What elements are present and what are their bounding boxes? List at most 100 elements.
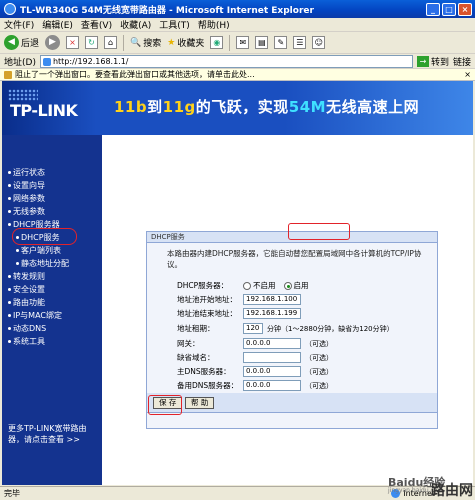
nav-item[interactable]: 系统工具 bbox=[8, 336, 45, 347]
edit-icon[interactable]: ✎ bbox=[274, 36, 288, 49]
nav-item-label: 路由功能 bbox=[13, 298, 45, 307]
nav-item-label: 无线参数 bbox=[13, 207, 45, 216]
maximize-button[interactable]: □ bbox=[442, 2, 456, 16]
gateway-row: 网关： 0.0.0.0 （可选） bbox=[177, 338, 333, 349]
lease-row: 地址租期： 120 分钟（1～2880分钟，缺省为120分钟） bbox=[177, 323, 394, 334]
end-address-input[interactable]: 192.168.1.199 bbox=[243, 308, 301, 319]
banner-slogan: 11b到11g的飞跃，实现54M无线高速上网 bbox=[114, 98, 420, 116]
site-logo: 路由网 bbox=[431, 483, 473, 499]
back-arrow-icon: ◀ bbox=[4, 35, 19, 50]
primary-dns-row: 主DNS服务器： 0.0.0.0 （可选） bbox=[177, 366, 333, 377]
bullet-icon bbox=[8, 314, 11, 317]
nav-item-label: 安全设置 bbox=[13, 285, 45, 294]
tplink-logo: TP-LINK bbox=[10, 101, 78, 120]
bullet-icon bbox=[8, 223, 11, 226]
address-label: 地址(D) bbox=[4, 57, 36, 68]
bullet-icon bbox=[8, 275, 11, 278]
domain-row: 缺省域名： （可选） bbox=[177, 352, 333, 363]
button-bar: 保 存 帮 助 bbox=[146, 393, 438, 413]
links-label[interactable]: 链接 bbox=[453, 55, 471, 68]
nav-item[interactable]: 转发规则 bbox=[8, 271, 45, 282]
content-area: Gbit Networking Techs DHCP服务 本路由器内建DHCP服… bbox=[102, 135, 473, 485]
nav-item-label: 运行状态 bbox=[13, 168, 45, 177]
enable-radio[interactable]: 启用 bbox=[283, 280, 309, 291]
discuss-icon[interactable]: ☰ bbox=[293, 36, 307, 49]
menu-file[interactable]: 文件(F) bbox=[4, 18, 34, 31]
nav-item-label: IP与MAC绑定 bbox=[13, 311, 63, 320]
search-button[interactable]: 🔍 搜索 bbox=[130, 36, 161, 50]
left-navigation: 运行状态 设置向导 网络参数 无线参数 DHCP服务器 DHCP服务 客户端列表 静态地址分配… bbox=[2, 135, 102, 485]
nav-item[interactable]: IP与MAC绑定 bbox=[8, 310, 62, 321]
bullet-icon bbox=[16, 262, 19, 265]
stop-icon[interactable]: × bbox=[66, 36, 80, 49]
close-infobar-icon[interactable]: × bbox=[464, 70, 471, 79]
bullet-icon bbox=[8, 288, 11, 291]
lease-input[interactable]: 120 bbox=[243, 323, 263, 334]
bullet-icon bbox=[8, 327, 11, 330]
popup-blocked-bar[interactable]: 阻止了一个弹出窗口。要查看此弹出窗口或其他选项，请单击此处... × bbox=[0, 69, 475, 81]
enable-highlight bbox=[288, 223, 350, 240]
nav-item[interactable]: 网络参数 bbox=[8, 193, 45, 204]
home-icon[interactable]: ⌂ bbox=[104, 36, 118, 49]
nav-item[interactable]: 运行状态 bbox=[8, 167, 45, 178]
menu-view[interactable]: 查看(V) bbox=[81, 18, 112, 31]
nav-item[interactable]: 动态DNS bbox=[8, 323, 46, 334]
dhcp-server-row: DHCP服务器： 不启用 启用 bbox=[177, 280, 309, 291]
toolbar: ◀ 后退 ▶ × ↻ ⌂ 🔍 搜索 ★ 收藏夹 ◉ ✉ ▤ ✎ ☰ ☺ bbox=[0, 32, 475, 54]
nav-item[interactable]: 路由功能 bbox=[8, 297, 45, 308]
secondary-dns-input[interactable]: 0.0.0.0 bbox=[243, 380, 301, 391]
media-icon[interactable]: ◉ bbox=[210, 36, 224, 49]
nav-item-label: 系统工具 bbox=[13, 337, 45, 346]
menu-tools[interactable]: 工具(T) bbox=[159, 18, 190, 31]
nav-item-label: 网络参数 bbox=[13, 194, 45, 203]
start-address-row: 地址池开始地址： 192.168.1.100 bbox=[177, 294, 301, 305]
web-page: TP-LINK 11b到11g的飞跃，实现54M无线高速上网 运行状态设置向导网… bbox=[2, 81, 473, 485]
dhcp-service-highlight bbox=[12, 228, 77, 245]
forward-button[interactable]: ▶ bbox=[45, 35, 61, 50]
popup-blocked-text: 阻止了一个弹出窗口。要查看此弹出窗口或其他选项，请单击此处... bbox=[15, 70, 255, 79]
menu-help[interactable]: 帮助(H) bbox=[198, 18, 230, 31]
menu-favorites[interactable]: 收藏(A) bbox=[120, 18, 151, 31]
logo-dots-icon bbox=[8, 89, 38, 101]
close-button[interactable]: × bbox=[458, 2, 472, 16]
nav-item[interactable]: 无线参数 bbox=[8, 206, 45, 217]
menu-edit[interactable]: 编辑(E) bbox=[42, 18, 73, 31]
bullet-icon bbox=[8, 340, 11, 343]
panel-description: 本路由器内建DHCP服务器，它能自动替您配置局域网中各计算机的TCP/IP协议。 bbox=[167, 249, 422, 269]
go-button[interactable]: → 转到 bbox=[416, 55, 449, 68]
refresh-icon[interactable]: ↻ bbox=[85, 36, 99, 49]
save-highlight bbox=[148, 395, 182, 415]
radio-on-icon bbox=[283, 281, 292, 290]
messenger-icon[interactable]: ☺ bbox=[312, 36, 326, 49]
nav-item[interactable]: 静态地址分配 bbox=[16, 258, 69, 269]
nav-item[interactable]: 安全设置 bbox=[8, 284, 45, 295]
router-banner: TP-LINK 11b到11g的飞跃，实现54M无线高速上网 bbox=[2, 81, 473, 135]
address-bar: 地址(D) http://192.168.1.1/ → 转到 链接 bbox=[0, 54, 475, 69]
disable-radio[interactable]: 不启用 bbox=[243, 280, 276, 291]
start-address-input[interactable]: 192.168.1.100 bbox=[243, 294, 301, 305]
forward-arrow-icon: ▶ bbox=[45, 35, 61, 50]
title-bar: TL-WR340G 54M无线宽带路由器 - Microsoft Interne… bbox=[0, 0, 475, 18]
nav-item[interactable]: 客户端列表 bbox=[16, 245, 61, 256]
more-products-link[interactable]: 更多TP-LINK宽带路由器，请点击查看 >> bbox=[8, 423, 98, 445]
mail-icon[interactable]: ✉ bbox=[236, 36, 250, 49]
gateway-input[interactable]: 0.0.0.0 bbox=[243, 338, 301, 349]
print-icon[interactable]: ▤ bbox=[255, 36, 269, 49]
secondary-dns-row: 备用DNS服务器： 0.0.0.0 （可选） bbox=[177, 380, 333, 391]
primary-dns-input[interactable]: 0.0.0.0 bbox=[243, 366, 301, 377]
favorites-button[interactable]: ★ 收藏夹 bbox=[167, 36, 204, 50]
nav-item[interactable]: 设置向导 bbox=[8, 180, 45, 191]
end-address-row: 地址池结束地址： 192.168.1.199 bbox=[177, 308, 301, 319]
domain-input[interactable] bbox=[243, 352, 301, 363]
minimize-button[interactable]: _ bbox=[426, 2, 440, 16]
back-button[interactable]: ◀ 后退 bbox=[4, 35, 39, 50]
window-title: TL-WR340G 54M无线宽带路由器 - Microsoft Interne… bbox=[20, 5, 314, 16]
help-button[interactable]: 帮 助 bbox=[185, 397, 215, 409]
menu-bar: 文件(F) 编辑(E) 查看(V) 收藏(A) 工具(T) 帮助(H) bbox=[0, 18, 475, 32]
nav-item-label: 转发规则 bbox=[13, 272, 45, 281]
go-arrow-icon: → bbox=[416, 55, 429, 67]
bullet-icon bbox=[8, 301, 11, 304]
address-input[interactable]: http://192.168.1.1/ bbox=[39, 54, 413, 68]
nav-item-label: 客户端列表 bbox=[21, 246, 61, 255]
shield-icon bbox=[4, 70, 12, 79]
